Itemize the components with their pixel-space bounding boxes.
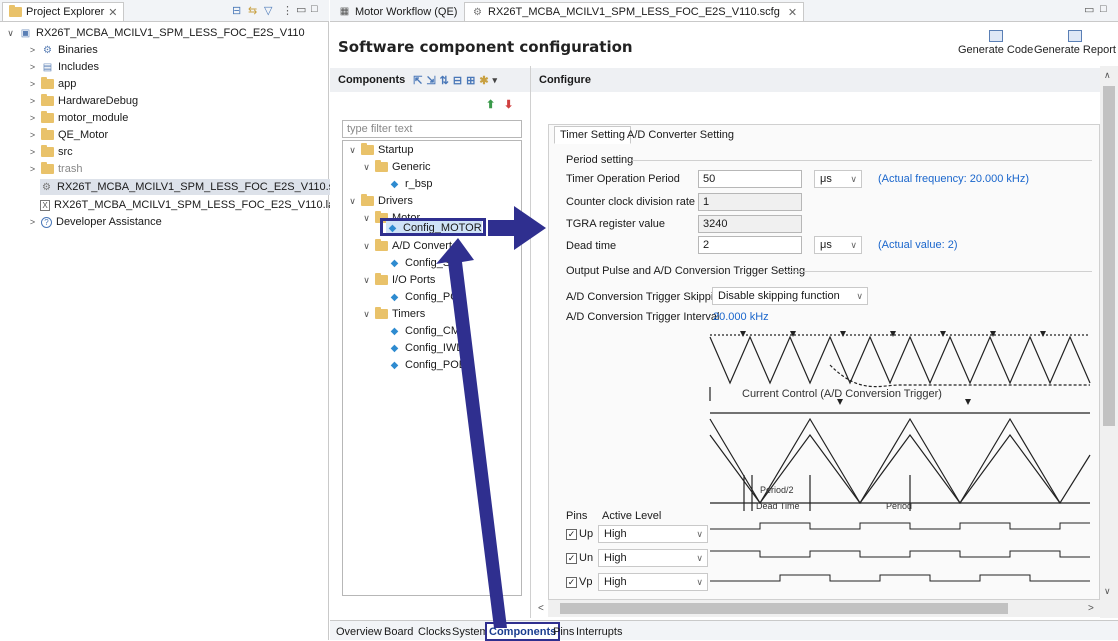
right-arrow <box>488 206 546 250</box>
annotation-arrows <box>436 206 546 628</box>
up-arrow <box>436 238 507 628</box>
